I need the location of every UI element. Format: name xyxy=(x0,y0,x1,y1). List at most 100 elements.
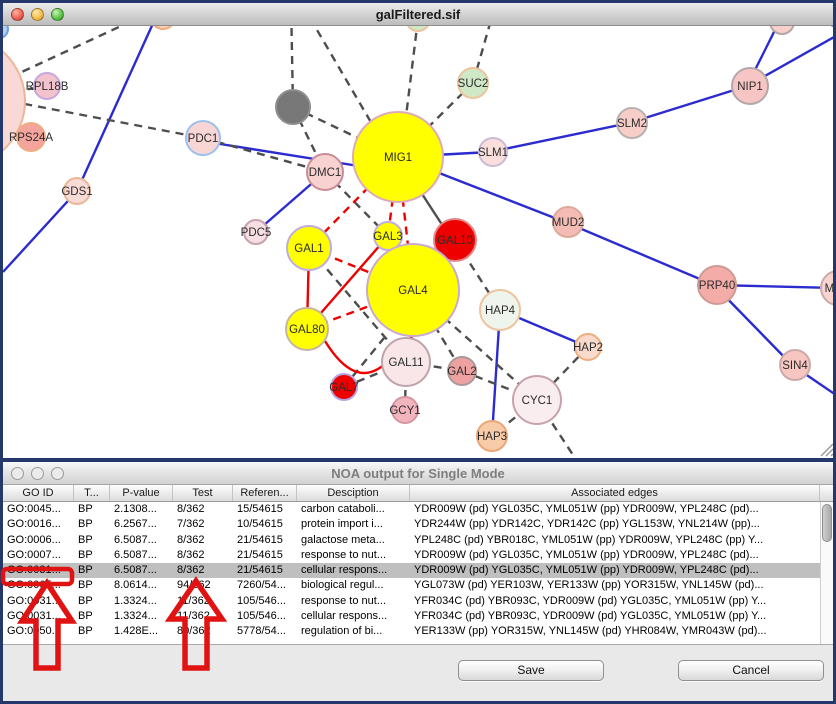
column-header-go-id[interactable]: GO ID xyxy=(3,485,74,501)
column-header-associated-edges[interactable]: Associated edges xyxy=(410,485,820,501)
table-cell: 21/54615 xyxy=(233,563,297,578)
table-cell: BP xyxy=(74,563,110,578)
table-cell: protein import i... xyxy=(297,517,410,532)
table-cell: 11/362 xyxy=(173,594,233,609)
node-label-PDC1: PDC1 xyxy=(188,133,219,145)
network-edge[interactable] xyxy=(490,123,629,152)
node-label-SUC2: SUC2 xyxy=(458,78,489,90)
table-cell: GO:0065... xyxy=(3,578,74,593)
node-label-GDS1: GDS1 xyxy=(61,186,92,198)
node-label-GAL10: GAL10 xyxy=(437,235,473,247)
table-cell: 8/362 xyxy=(173,533,233,548)
column-header-desciption[interactable]: Desciption xyxy=(297,485,410,501)
node-label-GAL4: GAL4 xyxy=(398,285,428,297)
table-row[interactable]: GO:0007...BP6.5087...8/36221/54615respon… xyxy=(3,548,833,563)
table-cell: GO:0031... xyxy=(3,563,74,578)
column-header-t[interactable]: T... xyxy=(74,485,110,501)
table-cell: 8/362 xyxy=(173,502,233,517)
minimize-button[interactable] xyxy=(31,467,44,480)
table-cell: 2.1308... xyxy=(110,502,173,517)
node-label-MIG1: MIG1 xyxy=(384,152,412,164)
table-cell: 8/362 xyxy=(173,548,233,563)
node-label-HAP4: HAP4 xyxy=(485,305,516,317)
network-window: galFiltered.sif RPL18B RPS24A GDS1 PDC1 DMC1… xyxy=(3,3,833,458)
table-cell: 8/362 xyxy=(173,563,233,578)
table-row[interactable]: GO:0031...BP6.5087...8/36221/54615cellul… xyxy=(3,563,833,578)
table-cell: 7260/54... xyxy=(233,578,297,593)
table-cell: biological regul... xyxy=(297,578,410,593)
node-label-RPS24A: RPS24A xyxy=(9,132,53,144)
table-cell: BP xyxy=(74,609,110,624)
node-label-GAL11: GAL11 xyxy=(389,357,424,369)
table-row[interactable]: GO:0006...BP6.5087...8/36221/54615galact… xyxy=(3,533,833,548)
close-button[interactable] xyxy=(11,8,24,21)
node-label-NIP1: NIP1 xyxy=(737,81,763,93)
column-header-referen[interactable]: Referen... xyxy=(233,485,297,501)
table-row[interactable]: GO:0016...BP6.2567...7/36210/54615protei… xyxy=(3,517,833,532)
table-cell: galactose meta... xyxy=(297,533,410,548)
table-cell: 5778/54... xyxy=(233,624,297,639)
node-gray-node[interactable] xyxy=(276,90,310,124)
vertical-scrollbar[interactable] xyxy=(820,502,833,644)
resize-grip[interactable] xyxy=(821,444,833,456)
table-cell: BP xyxy=(74,517,110,532)
node-label-DMC1: DMC1 xyxy=(309,167,342,179)
table-cell: 15/54615 xyxy=(233,502,297,517)
table-cell: BP xyxy=(74,548,110,563)
node-label-GAL2: GAL2 xyxy=(447,366,476,378)
table-row[interactable]: GO:0045...BP2.1308...8/36215/54615carbon… xyxy=(3,502,833,517)
table-cell: 1.428E... xyxy=(110,624,173,639)
table-cell: 10/54615 xyxy=(233,517,297,532)
table-cell: GO:0031... xyxy=(3,609,74,624)
network-edge-curve[interactable] xyxy=(325,341,385,373)
table-cell: cellular respons... xyxy=(297,563,410,578)
node-label-RPL18B: RPL18B xyxy=(26,81,69,93)
network-window-title: galFiltered.sif xyxy=(376,7,461,22)
table-cell: 7/362 xyxy=(173,517,233,532)
noa-window-titlebar[interactable]: NOA output for Single Mode xyxy=(3,462,833,485)
table-row[interactable]: GO:0050...BP1.428E...80/3625778/54...reg… xyxy=(3,624,833,639)
table-cell: BP xyxy=(74,578,110,593)
table-cell: YDR244W (pp) YDR142C, YDR142C (pp) YGL15… xyxy=(410,517,820,532)
results-table: GO IDT...P-valueTestReferen...Desciption… xyxy=(3,485,833,644)
save-button[interactable]: Save xyxy=(458,660,604,681)
table-cell: 6.5087... xyxy=(110,533,173,548)
node-label-GCY1: GCY1 xyxy=(389,405,420,417)
zoom-button[interactable] xyxy=(51,8,64,21)
table-cell: 1.3324... xyxy=(110,594,173,609)
table-row[interactable]: GO:0031...BP1.3324...11/362105/546...cel… xyxy=(3,609,833,624)
table-cell: YDR009W (pd) YGL035C, YML051W (pp) YDR00… xyxy=(410,563,820,578)
scrollbar-thumb[interactable] xyxy=(822,504,832,542)
node-label-SLM1: SLM1 xyxy=(478,147,508,159)
table-cell: 1.3324... xyxy=(110,609,173,624)
table-cell: YFR034C (pd) YBR093C, YDR009W (pd) YGL03… xyxy=(410,609,820,624)
table-row[interactable]: GO:0065...BP8.0614...94/3627260/54...bio… xyxy=(3,578,833,593)
table-cell: GO:0016... xyxy=(3,517,74,532)
node-label-MUD2: MUD2 xyxy=(552,217,585,229)
minimize-button[interactable] xyxy=(31,8,44,21)
close-button[interactable] xyxy=(11,467,24,480)
node-label-HAP3: HAP3 xyxy=(477,431,507,443)
button-panel: Save Cancel xyxy=(3,644,833,701)
column-header-p-value[interactable]: P-value xyxy=(110,485,173,501)
cancel-button[interactable]: Cancel xyxy=(678,660,824,681)
table-row[interactable]: GO:0031...BP1.3324...11/362105/546...res… xyxy=(3,594,833,609)
node-label-PRP40: PRP40 xyxy=(699,280,735,292)
column-header-test[interactable]: Test xyxy=(173,485,233,501)
network-edge[interactable] xyxy=(565,222,714,285)
table-header-row: GO IDT...P-valueTestReferen...Desciption… xyxy=(3,485,833,502)
node-corner-blue[interactable] xyxy=(3,26,8,38)
table-cell: YGL073W (pd) YER103W, YER133W (pp) YOR31… xyxy=(410,578,820,593)
node-green-top[interactable] xyxy=(406,26,430,31)
table-cell: cellular respons... xyxy=(297,609,410,624)
network-edge[interactable] xyxy=(3,191,77,272)
node-peach-top[interactable] xyxy=(151,26,175,29)
network-edge[interactable] xyxy=(77,26,160,191)
table-cell: GO:0007... xyxy=(3,548,74,563)
network-edge[interactable] xyxy=(303,26,372,124)
network-canvas[interactable]: RPL18BRPS24AGDS1PDC1DMC1SUC2SLM1SLM2NIP1… xyxy=(3,26,833,458)
table-cell: GO:0031... xyxy=(3,594,74,609)
zoom-button[interactable] xyxy=(51,467,64,480)
network-window-titlebar[interactable]: galFiltered.sif xyxy=(3,3,833,26)
node-label-HAP2: HAP2 xyxy=(573,342,603,354)
